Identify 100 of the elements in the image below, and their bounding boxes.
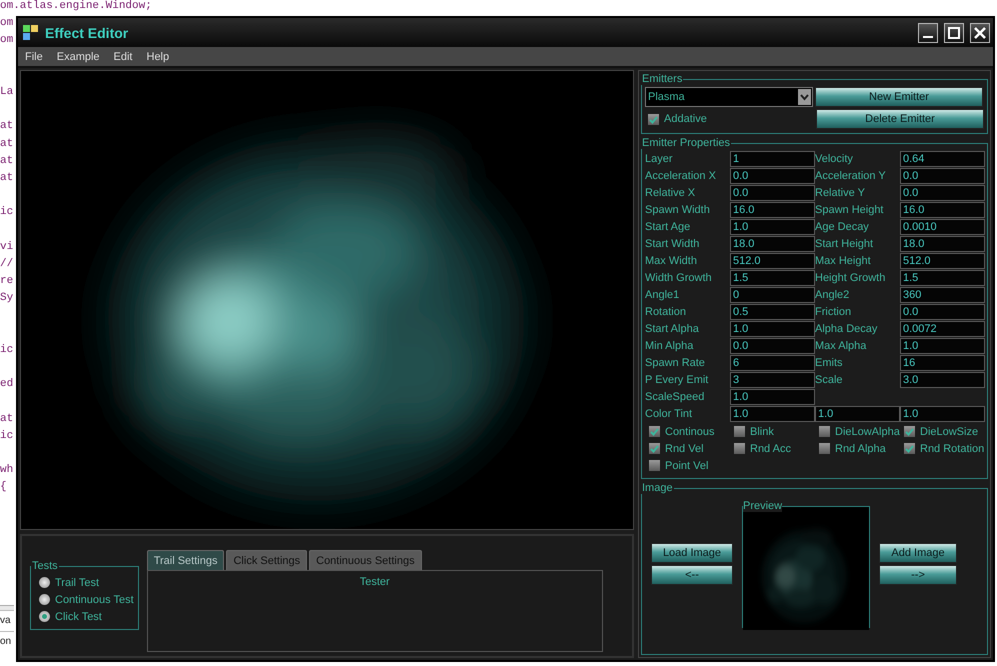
caret-icon bbox=[798, 89, 811, 105]
checkbox[interactable] bbox=[734, 426, 745, 437]
checkbox-label: DieLowAlpha bbox=[835, 426, 900, 438]
code-line: { bbox=[0, 481, 7, 494]
new-emitter-button[interactable]: New Emitter bbox=[815, 87, 983, 107]
radio-button[interactable] bbox=[39, 611, 50, 622]
menu-item[interactable]: File bbox=[18, 50, 50, 62]
property-label: ScaleSpeed bbox=[645, 390, 706, 405]
property-field[interactable]: 0.0 bbox=[900, 304, 985, 320]
property-label: Max Alpha bbox=[815, 339, 868, 354]
radio-label: Click Test bbox=[55, 610, 102, 622]
property-label: Start Width bbox=[645, 237, 700, 252]
property-field[interactable]: 0.0072 bbox=[900, 321, 985, 337]
property-field[interactable]: 1.0 bbox=[900, 338, 985, 354]
property-field[interactable]: 0.0 bbox=[730, 185, 815, 201]
code-line: re bbox=[0, 275, 14, 287]
group-legend: Image bbox=[641, 482, 674, 494]
property-field[interactable]: 1.5 bbox=[730, 270, 815, 286]
minimize-button[interactable] bbox=[918, 22, 938, 42]
checkbox-label: Rnd Alpha bbox=[835, 442, 886, 454]
property-label: Start Alpha bbox=[645, 322, 700, 337]
status-text: on bbox=[0, 631, 14, 652]
menu-item[interactable]: Help bbox=[140, 50, 176, 62]
property-field[interactable]: 16 bbox=[900, 355, 985, 371]
window-title: Effect Editor bbox=[45, 24, 130, 40]
checkbox-label: Rnd Vel bbox=[665, 442, 704, 454]
property-field[interactable]: 1.0 bbox=[730, 406, 815, 422]
property-field[interactable]: 0.0 bbox=[900, 185, 985, 201]
status-text: va bbox=[0, 610, 14, 631]
code-line: at bbox=[0, 154, 14, 167]
code-line: ic bbox=[0, 430, 14, 442]
checkbox[interactable] bbox=[649, 426, 660, 437]
image-button[interactable]: Add Image bbox=[879, 543, 957, 563]
image-button[interactable]: <-- bbox=[651, 565, 733, 585]
property-label: Acceleration Y bbox=[815, 169, 887, 184]
property-field[interactable]: 1.5 bbox=[900, 270, 985, 286]
settings-tab[interactable]: Trail Settings bbox=[146, 550, 224, 570]
code-line: om bbox=[0, 17, 14, 30]
checkbox[interactable] bbox=[734, 443, 745, 454]
checkbox[interactable] bbox=[819, 443, 830, 454]
app-icon bbox=[23, 24, 39, 40]
property-field[interactable]: 1.0 bbox=[730, 389, 815, 405]
code-line: Sy bbox=[0, 292, 14, 304]
minimize-icon bbox=[923, 36, 933, 38]
emitter-dropdown[interactable]: Plasma bbox=[645, 87, 813, 107]
property-field[interactable]: 0.0 bbox=[900, 168, 985, 184]
checkbox-label: Point Vel bbox=[665, 460, 708, 472]
property-field[interactable]: 0.0 bbox=[730, 338, 815, 354]
property-field[interactable]: 360 bbox=[900, 287, 985, 303]
image-button[interactable]: Load Image bbox=[651, 543, 733, 563]
property-field[interactable]: 512.0 bbox=[900, 253, 985, 269]
code-line: vi bbox=[0, 240, 14, 253]
property-field[interactable]: 18.0 bbox=[730, 236, 815, 252]
code-line: ic bbox=[0, 344, 14, 356]
group-legend: Emitter Properties bbox=[641, 137, 732, 149]
checkbox-label: Rnd Acc bbox=[750, 442, 791, 454]
maximize-button[interactable] bbox=[944, 22, 964, 42]
property-field[interactable]: 512.0 bbox=[730, 253, 815, 269]
property-field[interactable]: 16.0 bbox=[730, 202, 815, 218]
checkbox[interactable] bbox=[904, 443, 915, 454]
property-field[interactable]: 1.0 bbox=[730, 321, 815, 337]
property-field[interactable]: 3.0 bbox=[900, 372, 985, 388]
property-label: Acceleration X bbox=[645, 169, 717, 184]
property-label: Rotation bbox=[645, 305, 687, 320]
property-label: Min Alpha bbox=[645, 339, 694, 354]
menu-item[interactable]: Example bbox=[50, 50, 107, 62]
property-field[interactable]: 1.0 bbox=[815, 406, 900, 422]
radio-label: Continuous Test bbox=[55, 594, 134, 606]
checkbox[interactable] bbox=[904, 426, 915, 437]
code-line: om bbox=[0, 34, 14, 46]
property-field[interactable]: 16.0 bbox=[900, 202, 985, 218]
property-field[interactable]: 0 bbox=[730, 287, 815, 303]
checkbox[interactable] bbox=[648, 114, 659, 124]
property-label: Velocity bbox=[815, 152, 854, 167]
radio-button[interactable] bbox=[39, 594, 50, 605]
checkbox[interactable] bbox=[819, 426, 830, 437]
property-field[interactable]: 1 bbox=[730, 151, 815, 167]
property-field[interactable]: 0.0 bbox=[730, 168, 815, 184]
checkbox[interactable] bbox=[649, 460, 660, 471]
radio-button[interactable] bbox=[39, 577, 50, 588]
property-field[interactable]: 6 bbox=[730, 355, 815, 371]
menu-item[interactable]: Edit bbox=[106, 50, 140, 62]
close-icon bbox=[974, 26, 986, 38]
group-legend: Tests bbox=[31, 560, 59, 572]
property-field[interactable]: 18.0 bbox=[900, 236, 985, 252]
property-field[interactable]: 0.0010 bbox=[900, 219, 985, 235]
property-field[interactable]: 0.5 bbox=[730, 304, 815, 320]
property-field[interactable]: 1.0 bbox=[900, 406, 985, 422]
group-legend: Preview bbox=[743, 500, 782, 512]
property-field[interactable]: 1.0 bbox=[730, 219, 815, 235]
code-line: at bbox=[0, 120, 14, 132]
property-label: Layer bbox=[645, 152, 674, 167]
property-label: Start Height bbox=[815, 237, 874, 252]
property-field[interactable]: 0.64 bbox=[900, 151, 985, 167]
property-field[interactable]: 3 bbox=[730, 372, 815, 388]
property-label: Relative X bbox=[645, 186, 696, 201]
close-button[interactable] bbox=[970, 22, 990, 42]
delete-emitter-button[interactable]: Delete Emitter bbox=[816, 109, 984, 129]
checkbox[interactable] bbox=[649, 443, 660, 454]
image-button[interactable]: --> bbox=[879, 565, 957, 585]
